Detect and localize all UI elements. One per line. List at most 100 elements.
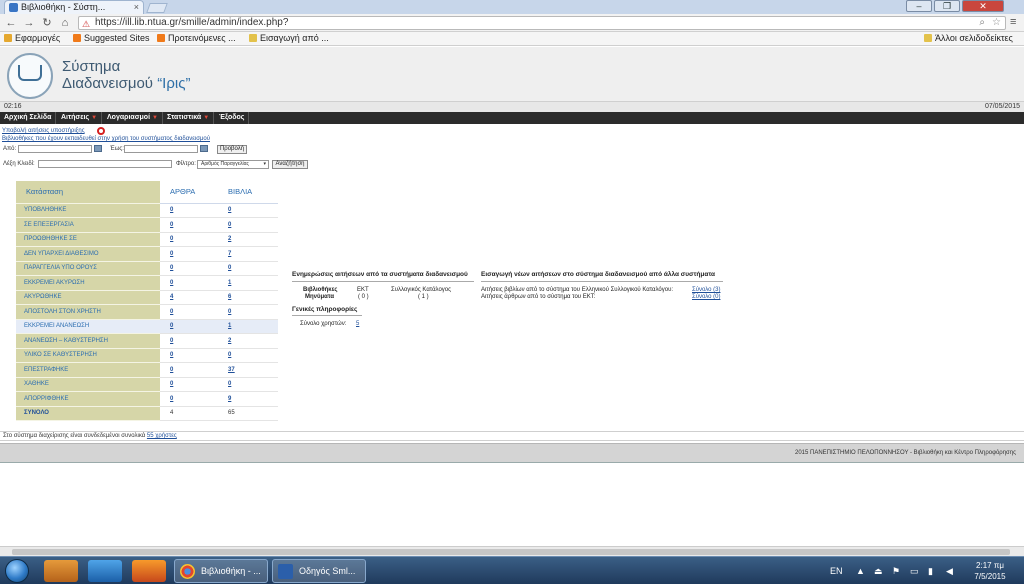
- task-browser[interactable]: Βιβλιοθήκη - ...: [174, 559, 268, 583]
- media-player-icon[interactable]: [44, 560, 78, 582]
- table-row: ΑΚΥΡΩΘΗΚΕ 4 6: [16, 290, 278, 305]
- site-favicon-icon: [9, 3, 18, 12]
- article-requests-link[interactable]: Σύνολο (0): [692, 294, 720, 300]
- dropdown-arrow-icon: ▼: [91, 115, 98, 121]
- other-bookmarks[interactable]: Άλλοι σελιδοδείκτες: [924, 32, 1013, 45]
- table-row: ΑΠΟΣΤΟΛΗ ΣΤΟΝ ΧΡΗΣΤΗ 0 0: [16, 304, 278, 320]
- task-word[interactable]: Οδηγός Sml...: [272, 559, 366, 583]
- reload-icon[interactable]: ↻: [40, 16, 54, 30]
- filter-label: Φίλτρο:: [176, 161, 196, 167]
- url-text: https://ill.lib.ntua.gr/smille/admin/ind…: [95, 17, 289, 28]
- close-window-button[interactable]: ✕: [962, 0, 1004, 12]
- menu-logout[interactable]: Έξοδος: [215, 112, 250, 124]
- from-label: Από:: [3, 146, 17, 152]
- back-arrow-icon[interactable]: ←: [4, 16, 18, 30]
- internet-explorer-icon[interactable]: [88, 560, 122, 582]
- table-row: ΧΑΘΗΚΕ 0 0: [16, 377, 278, 392]
- table-row-highlighted: ΕΚΚΡΕΜΕΙ ΑΝΑΝΕΩΣΗ 0 1: [16, 319, 278, 334]
- to-date-input[interactable]: [124, 145, 198, 153]
- bookmark-apps[interactable]: Εφαρμογές: [4, 32, 60, 45]
- session-time: 02:16: [4, 103, 22, 110]
- maximize-button[interactable]: ❐: [934, 0, 960, 12]
- insecure-lock-icon: ⚠: [82, 19, 91, 29]
- home-icon[interactable]: ⌂: [58, 16, 72, 30]
- book-logo-icon: [18, 65, 42, 81]
- filter-select[interactable]: Αριθμός Παραγγελίας ▾: [197, 160, 269, 169]
- imports-title: Εισαγωγή νέων αιτήσεων στο σύστημα διαδα…: [481, 271, 716, 278]
- status-column-header: Κατάσταση: [16, 181, 160, 204]
- bookmark-star-icon[interactable]: ☆: [992, 17, 1001, 29]
- menu-accounts[interactable]: Λογαριασμοί ▼: [103, 112, 163, 124]
- calendar-icon[interactable]: [94, 145, 102, 152]
- site-header: Σύστημα Διαδανεισμού “Ιρις”: [0, 47, 1024, 102]
- horizontal-scrollbar[interactable]: [0, 546, 1024, 556]
- menu-statistics[interactable]: Στατιστικά ▼: [163, 112, 215, 124]
- network-icon[interactable]: ▮: [928, 557, 933, 584]
- forward-arrow-icon[interactable]: →: [22, 16, 36, 30]
- window-titlebar: Βιβλιοθήκη - Σύστη... × – ❐ ✕: [0, 0, 1024, 14]
- updates-title: Ενημερώσεις αιτήσεων από τα συστήματα δι…: [292, 271, 468, 278]
- table-row: ΥΠΟΒΛΗΘΗΚΕ 0 0: [16, 203, 278, 218]
- bookmark-suggested-sites[interactable]: Suggested Sites: [73, 32, 150, 45]
- lifebuoy-help-icon[interactable]: [97, 127, 105, 135]
- menu-home[interactable]: Αρχική Σελίδα: [0, 112, 57, 124]
- catalog-count[interactable]: ( 1 ): [418, 294, 429, 300]
- show-hidden-icons-icon[interactable]: ▲: [856, 557, 865, 584]
- bookmarks-bar: Εφαρμογές Suggested Sites Προτεινόμενες …: [0, 32, 1024, 46]
- table-row: ΕΚΚΡΕΜΕΙ ΑΚΥΡΩΣΗ 0 1: [16, 275, 278, 291]
- users-count-link[interactable]: 5: [356, 321, 359, 327]
- word-icon: [278, 564, 293, 579]
- table-row: ΑΠΟΡΡΙΦΘΗΚΕ 0 9: [16, 391, 278, 407]
- display-icon[interactable]: ▭: [910, 557, 919, 584]
- catalog-label: Συλλογικός Κατάλογος: [391, 287, 452, 293]
- ekt-count[interactable]: ( 0 ): [358, 294, 369, 300]
- firefox-icon[interactable]: [132, 560, 166, 582]
- table-row: ΔΕΝ ΥΠΑΡΧΕΙ ΔΙΑΘΕΣΙΜΟ 0 7: [16, 246, 278, 262]
- search-button[interactable]: Αναζήτηση: [272, 160, 308, 169]
- calendar-icon[interactable]: [200, 145, 208, 152]
- tab-title: Βιβλιοθήκη - Σύστη...: [21, 2, 106, 12]
- scrollbar-thumb[interactable]: [12, 549, 1010, 555]
- online-users-link[interactable]: 55 χρήστες: [147, 433, 177, 439]
- taskbar-clock[interactable]: 2:17 πμ 7/5/2015: [964, 560, 1016, 582]
- support-request-link[interactable]: Υποβολή αιτήσεις υποστήριξης: [2, 128, 85, 134]
- suggested-icon: [157, 34, 165, 42]
- menu-requests[interactable]: Αιτήσεις ▼: [57, 112, 103, 124]
- bookmark-suggested[interactable]: Προτεινόμενες ...: [157, 32, 236, 45]
- book-requests-link[interactable]: Σύνολο (3): [692, 287, 720, 293]
- language-indicator[interactable]: EN: [830, 557, 843, 584]
- articles-column-header: ΑΡΘΡΑ: [160, 181, 218, 204]
- tab-close-icon[interactable]: ×: [134, 1, 139, 13]
- bookmark-imported[interactable]: Εισαγωγή από ...: [249, 32, 329, 45]
- minimize-button[interactable]: –: [906, 0, 932, 12]
- browser-toolbar: ← → ↻ ⌂ ⚠ https://ill.lib.ntua.gr/smille…: [0, 14, 1024, 32]
- trained-libraries-link[interactable]: Βιβλιοθήκες που έχουν εκπαιδευθεί στην χ…: [2, 136, 210, 142]
- browser-tab[interactable]: Βιβλιοθήκη - Σύστη... ×: [4, 0, 144, 14]
- chrome-icon: [180, 564, 195, 579]
- new-tab-button[interactable]: [146, 3, 168, 13]
- dropdown-arrow-icon: ▼: [203, 115, 210, 121]
- books-column-header: ΒΙΒΛΙΑ: [218, 181, 278, 204]
- ekt-label: ΕΚΤ: [357, 287, 369, 293]
- table-row: ΠΡΟΩΘΗΘΗΚΕ ΣΕ 0 2: [16, 232, 278, 247]
- online-users-text: Στο σύστημα διαχείρισης είναι συνδεδεμέν…: [3, 433, 146, 439]
- windows-taskbar: Βιβλιοθήκη - ... Οδηγός Sml... EN ▲ ⏏ ⚑ …: [0, 556, 1024, 584]
- start-button-icon[interactable]: [5, 559, 29, 583]
- general-divider: [292, 315, 362, 316]
- messages-label: Μηνύματα: [305, 294, 335, 300]
- zoom-icon[interactable]: ⌕: [979, 17, 985, 29]
- address-bar[interactable]: ⚠ https://ill.lib.ntua.gr/smille/admin/i…: [78, 16, 1006, 30]
- show-button[interactable]: Προβολή: [217, 145, 247, 154]
- browser-menu-icon[interactable]: ≡: [1010, 16, 1016, 28]
- keyword-input[interactable]: [38, 160, 172, 168]
- volume-icon[interactable]: ◀: [946, 557, 953, 584]
- chevron-down-icon: ▾: [263, 161, 266, 167]
- to-label: Έως:: [110, 146, 124, 152]
- table-header: Κατάσταση ΑΡΘΡΑ ΒΙΒΛΙΑ: [16, 181, 278, 204]
- keyword-label: Λέξη Κλειδί:: [3, 161, 35, 167]
- online-users-bar: Στο σύστημα διαχείρισης είναι συνδεδεμέν…: [0, 431, 1024, 441]
- table-total-row: ΣΥΝΟΛΟ 4 65: [16, 406, 278, 421]
- from-date-input[interactable]: [18, 145, 92, 153]
- usb-icon[interactable]: ⏏: [874, 557, 883, 584]
- action-center-flag-icon[interactable]: ⚑: [892, 557, 900, 584]
